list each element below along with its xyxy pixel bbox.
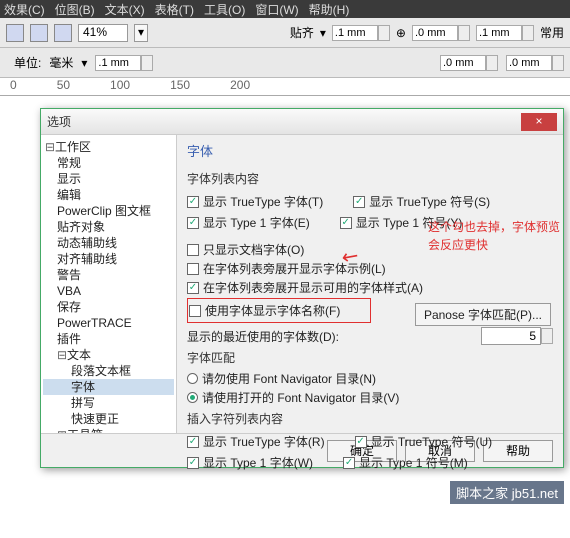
mode-label[interactable]: 常用 xyxy=(540,24,564,41)
toolbar-property: 单位: 毫米▾ xyxy=(0,48,570,78)
menu-help[interactable]: 帮助(H) xyxy=(309,1,350,18)
close-button[interactable]: × xyxy=(521,113,557,131)
checkbox[interactable]: ✓ xyxy=(353,196,365,208)
recent-label: 显示的最近使用的字体数(D): xyxy=(187,328,339,345)
tree-item[interactable]: 常规 xyxy=(43,155,174,171)
checkbox[interactable]: ✓ xyxy=(340,217,352,229)
panose-button[interactable]: Panose 字体匹配(P)... xyxy=(415,303,551,326)
annotation-text: 这个勾也去掉，字体预览 会反应更快 xyxy=(428,218,560,254)
tree-item[interactable]: 保存 xyxy=(43,299,174,315)
checkbox[interactable] xyxy=(187,263,199,275)
settings-pane: 字体 字体列表内容 ✓显示 TrueType 字体(T) ✓显示 TrueTyp… xyxy=(177,135,563,433)
unit-label: 单位: xyxy=(14,54,41,71)
tool-icon[interactable] xyxy=(54,24,72,42)
snap-label[interactable]: 贴齐 xyxy=(290,24,314,41)
tree-item[interactable]: 段落文本框 xyxy=(43,363,174,379)
checkbox[interactable]: ✓ xyxy=(355,436,367,448)
tree-item[interactable]: PowerClip 图文框 xyxy=(43,203,174,219)
n2b[interactable] xyxy=(506,55,552,71)
tool-icon[interactable] xyxy=(30,24,48,42)
group-label: 字体列表内容 xyxy=(187,170,553,187)
group-label: 字体匹配 xyxy=(187,349,553,366)
checkbox[interactable]: ✓ xyxy=(343,457,355,469)
menu-table[interactable]: 表格(T) xyxy=(155,1,194,18)
n2a[interactable] xyxy=(440,55,486,71)
tree-item[interactable]: 对齐辅助线 xyxy=(43,251,174,267)
tree-item[interactable]: 显示 xyxy=(43,171,174,187)
checkbox[interactable]: ✓ xyxy=(187,282,199,294)
zoom-input[interactable]: 41% xyxy=(78,24,128,42)
radio[interactable] xyxy=(187,373,198,384)
watermark: 脚本之家 jb51.net xyxy=(450,481,564,504)
menu-effect[interactable]: 效果(C) xyxy=(4,1,45,18)
tree-item[interactable]: VBA xyxy=(43,283,174,299)
checkbox[interactable]: ✓ xyxy=(187,217,199,229)
nudge-b[interactable] xyxy=(412,25,458,41)
zoom-dropdown[interactable]: ▾ xyxy=(134,24,148,42)
dialog-title: 选项 xyxy=(47,113,521,130)
group-label: 插入字符列表内容 xyxy=(187,410,553,427)
highlighted-option: 使用字体显示字体名称(F) xyxy=(187,298,371,323)
options-dialog: 选项 × ⊟工作区 常规 显示 编辑 PowerClip 图文框 贴齐对象 动态… xyxy=(40,108,564,468)
tree-item[interactable]: PowerTRACE xyxy=(43,315,174,331)
nudge-c[interactable] xyxy=(476,25,522,41)
menu-text[interactable]: 文本(X) xyxy=(105,1,145,18)
checkbox[interactable]: ✓ xyxy=(187,457,199,469)
menu-tools[interactable]: 工具(O) xyxy=(204,1,245,18)
tree-item[interactable]: 贴齐对象 xyxy=(43,219,174,235)
tree-item[interactable]: 快速更正 xyxy=(43,411,174,427)
nudge-a[interactable] xyxy=(332,25,378,41)
nudge2[interactable] xyxy=(95,55,141,71)
pane-title: 字体 xyxy=(187,141,553,160)
menu-bar: 效果(C) 位图(B) 文本(X) 表格(T) 工具(O) 窗口(W) 帮助(H… xyxy=(0,0,570,18)
checkbox[interactable]: ✓ xyxy=(187,196,199,208)
horizontal-ruler: 050100150200 xyxy=(0,78,570,96)
category-tree[interactable]: ⊟工作区 常规 显示 编辑 PowerClip 图文框 贴齐对象 动态辅助线 对… xyxy=(41,135,177,433)
tree-item[interactable]: 编辑 xyxy=(43,187,174,203)
menu-window[interactable]: 窗口(W) xyxy=(255,1,298,18)
radio[interactable] xyxy=(187,392,198,403)
tree-item[interactable]: 警告 xyxy=(43,267,174,283)
tool-icon[interactable] xyxy=(6,24,24,42)
unit-select[interactable]: 毫米 xyxy=(49,54,73,71)
checkbox-font-name[interactable] xyxy=(189,305,201,317)
checkbox[interactable] xyxy=(187,244,199,256)
tree-item[interactable]: 拼写 xyxy=(43,395,174,411)
toolbar-main: 41% ▾ 贴齐▾ ⊕ 常用 xyxy=(0,18,570,48)
menu-bitmap[interactable]: 位图(B) xyxy=(55,1,95,18)
tree-item[interactable]: 动态辅助线 xyxy=(43,235,174,251)
tree-item-font[interactable]: 字体 xyxy=(43,379,174,395)
tree-item[interactable]: 插件 xyxy=(43,331,174,347)
recent-count-input[interactable] xyxy=(481,327,541,345)
checkbox[interactable]: ✓ xyxy=(187,436,199,448)
